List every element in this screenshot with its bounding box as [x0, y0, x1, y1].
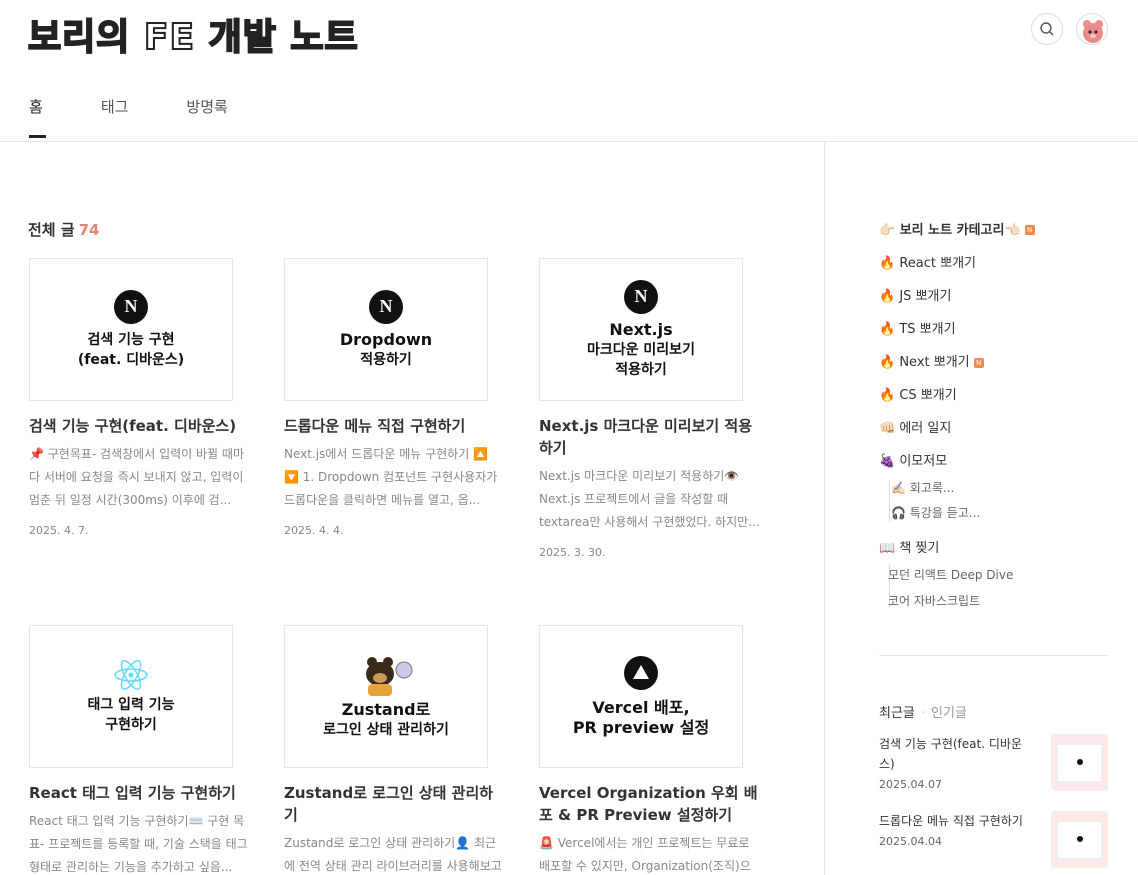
category-ts[interactable]: 🔥 TS 뽀개기 [879, 318, 956, 337]
thumb-text: 태그 입력 기능 [87, 696, 175, 713]
recent-post-item[interactable]: 검색 기능 구현(feat. 디바운스) 2025.04.07 [879, 734, 1108, 791]
post-card[interactable]: N Dropdown 적용하기 드롭다운 메뉴 직접 구현하기 Next.js에… [284, 258, 506, 537]
nextjs-logo-icon [1076, 835, 1083, 842]
thumb-text: 적용하기 [360, 351, 412, 368]
sidebar-divider [824, 142, 825, 875]
new-badge: N [1024, 224, 1035, 235]
category-books[interactable]: 📖 책 찢기 [879, 537, 939, 556]
search-button[interactable] [1031, 13, 1063, 45]
category-misc[interactable]: 🍇 이모저모 [879, 450, 947, 469]
total-count: 74 [78, 221, 100, 239]
thumb-text: Next.js [609, 319, 673, 339]
thumb-text: Dropdown [339, 329, 433, 349]
post-title[interactable]: 검색 기능 구현(feat. 디바운스) [29, 415, 251, 437]
subcategory-retrospect[interactable]: ✍🏻 회고록... [891, 479, 954, 496]
category-react[interactable]: 🔥 React 뽀개기 [879, 252, 976, 271]
recent-post-title[interactable]: 드롭다운 메뉴 직접 구현하기 [879, 811, 1029, 831]
nextjs-logo-icon: N [369, 289, 403, 324]
total-label: 전체 글 [28, 221, 75, 239]
category-error-log[interactable]: 👊🏻 에러 일지 [879, 417, 951, 436]
nextjs-logo-icon: N [114, 289, 148, 324]
nextjs-logo-icon [1076, 758, 1083, 765]
subcategory-core-js[interactable]: 코어 자바스크립트 [888, 592, 980, 609]
post-excerpt: Zustand로 로그인 상태 관리하기👤 최근에 전역 상태 관리 라이브러리… [284, 836, 502, 873]
tab-recent[interactable]: 최근글 [879, 706, 915, 721]
blog-logo[interactable]: 보리의 FE 개발 노트 [27, 8, 359, 60]
thumb-text: Vercel 배포, [592, 697, 690, 717]
post-excerpt: Next.js에서 드롭다운 메뉴 구현하기 🔼 🔽 1. Dropdown 컴… [284, 447, 498, 507]
recent-post-item[interactable]: 드롭다운 메뉴 직접 구현하기 2025.04.04 [879, 811, 1108, 868]
thumb-text: 마크다운 미리보기 [587, 341, 695, 358]
thumb-text: Zustand로 [341, 699, 431, 719]
thumb-text: 검색 기능 구현 [87, 331, 175, 348]
post-thumbnail[interactable]: Zustand로 로그인 상태 관리하기 [284, 625, 488, 768]
subcategory-rule [889, 480, 890, 522]
vercel-logo-icon [624, 655, 658, 690]
post-thumbnail[interactable]: 태그 입력 기능 구현하기 [29, 625, 233, 768]
post-date: 2025. 4. 4. [284, 524, 344, 537]
main-nav: 홈 태그 방명록 [29, 96, 286, 140]
post-thumbnail[interactable]: N Dropdown 적용하기 [284, 258, 488, 401]
recent-post-title[interactable]: 검색 기능 구현(feat. 디바운스) [879, 734, 1029, 774]
nextjs-logo-icon: N [624, 279, 658, 314]
post-excerpt: 📌 구현목표- 검색창에서 입력이 바뀔 때마다 서버에 요청을 즉시 보내지 … [29, 447, 244, 507]
blog-header: 보리의 FE 개발 노트 홈 태그 방명록 [0, 0, 1138, 142]
zustand-bear-icon [366, 656, 413, 696]
category-next-row: 🔥 Next 뽀개기 N [879, 351, 984, 370]
post-thumbnail[interactable]: N 검색 기능 구현 (feat. 디바운스) [29, 258, 233, 401]
post-excerpt: 🚨 Vercel에서는 개인 프로젝트는 무료로 배포할 수 있지만, Orga… [539, 836, 751, 873]
new-badge: N [973, 357, 984, 368]
post-thumbnail[interactable]: Vercel 배포, PR preview 설정 [539, 625, 743, 768]
category-cs[interactable]: 🔥 CS 뽀개기 [879, 384, 957, 403]
post-card[interactable]: 태그 입력 기능 구현하기 React 태그 입력 기능 구현하기 React … [29, 625, 251, 875]
thumb-text: 로그인 상태 관리하기 [323, 721, 449, 738]
subcategory-lecture[interactable]: 🎧 특강을 듣고... [891, 504, 980, 521]
thumb-text: PR preview 설정 [572, 717, 710, 737]
post-title[interactable]: Vercel Organization 우회 배포 & PR Preview 설… [539, 782, 761, 826]
post-excerpt: React 태그 입력 기능 구현하기⌨️ 구현 목표- 프로젝트를 등록할 때… [29, 814, 248, 874]
post-excerpt: Next.js 마크다운 미리보기 적용하기👁️ Next.js 프로젝트에서 … [539, 469, 760, 529]
subcategory-modern-react[interactable]: 모던 리액트 Deep Dive [888, 566, 1013, 583]
post-date: 2025. 3. 30. [539, 546, 606, 559]
thumb-text: 구현하기 [105, 716, 157, 733]
post-title[interactable]: 드롭다운 메뉴 직접 구현하기 [284, 415, 506, 437]
category-next[interactable]: 🔥 Next 뽀개기 [879, 355, 970, 370]
post-title[interactable]: Zustand로 로그인 상태 관리하기 [284, 782, 506, 826]
recent-post-thumbnail[interactable] [1051, 811, 1108, 868]
recent-post-thumbnail[interactable] [1051, 734, 1108, 791]
profile-avatar[interactable] [1076, 13, 1108, 45]
sidebar-section-divider [879, 655, 1108, 656]
post-thumbnail[interactable]: N Next.js 마크다운 미리보기 적용하기 [539, 258, 743, 401]
nav-home[interactable]: 홈 [29, 96, 46, 140]
nav-guestbook[interactable]: 방명록 [186, 96, 227, 140]
post-card[interactable]: N Next.js 마크다운 미리보기 적용하기 Next.js 마크다운 미리… [539, 258, 761, 559]
tab-popular[interactable]: 인기글 [931, 706, 967, 721]
category-title-row: 👉🏻 보리 노트 카테고리👈🏻 N [879, 219, 1035, 238]
post-title[interactable]: Next.js 마크다운 미리보기 적용하기 [539, 415, 761, 459]
search-icon [1040, 22, 1054, 36]
post-card[interactable]: N 검색 기능 구현 (feat. 디바운스) 검색 기능 구현(feat. 디… [29, 258, 251, 537]
recent-popular-tabs: 최근글 · 인기글 [879, 702, 967, 721]
total-posts-heading: 전체 글 74 [28, 219, 100, 240]
category-title[interactable]: 👉🏻 보리 노트 카테고리👈🏻 [879, 223, 1021, 238]
post-title[interactable]: React 태그 입력 기능 구현하기 [29, 782, 251, 804]
thumb-text: 적용하기 [615, 361, 667, 378]
category-js[interactable]: 🔥 JS 뽀개기 [879, 285, 951, 304]
category-list: 🔥 React 뽀개기 🔥 JS 뽀개기 🔥 TS 뽀개기 🔥 Next 뽀개기… [879, 252, 1109, 632]
post-card[interactable]: Vercel 배포, PR preview 설정 Vercel Organiza… [539, 625, 761, 875]
nav-tags[interactable]: 태그 [101, 96, 129, 140]
tab-separator: · [920, 706, 926, 721]
post-date: 2025. 4. 7. [29, 524, 89, 537]
react-logo-icon [114, 659, 148, 690]
thumb-text: (feat. 디바운스) [77, 351, 185, 368]
post-card[interactable]: Zustand로 로그인 상태 관리하기 Zustand로 로그인 상태 관리하… [284, 625, 506, 875]
